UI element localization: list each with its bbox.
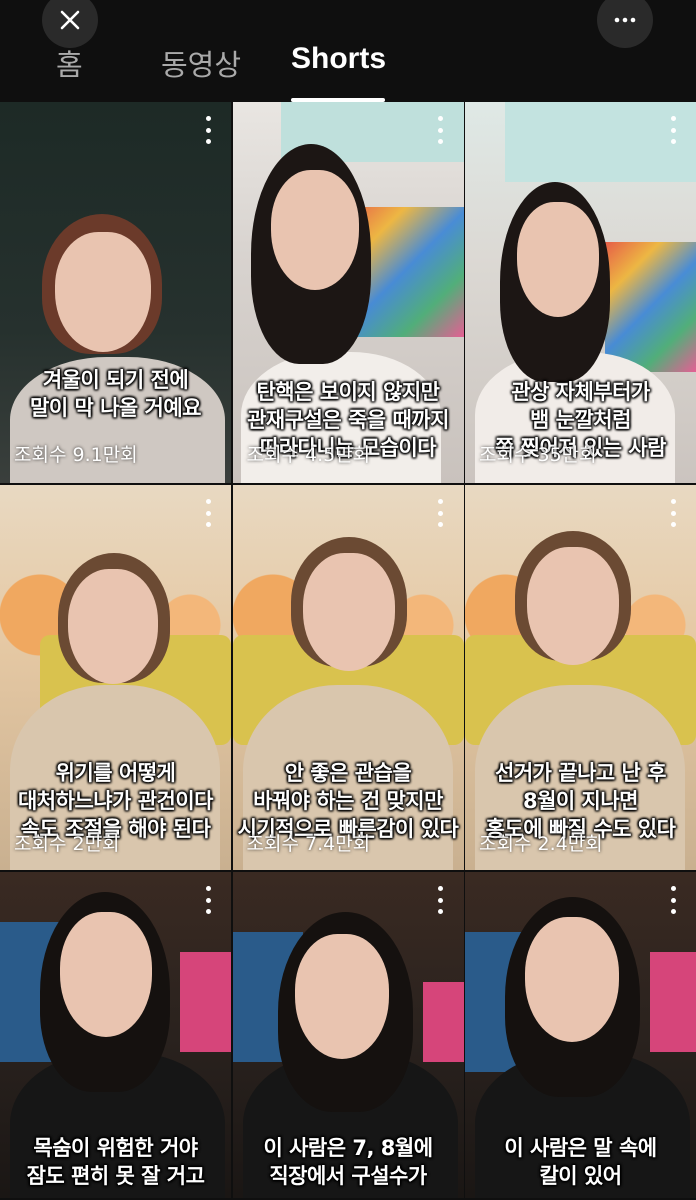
view-count: 조회수 2.4만회 [479, 833, 603, 855]
short-caption: 이 사람은 말 속에 칼이 있어 [504, 1136, 657, 1188]
tab-home[interactable]: 홈 [56, 42, 83, 84]
tab-shorts[interactable]: Shorts [291, 42, 386, 76]
channel-tabs: 홈 동영상 Shorts [0, 38, 696, 102]
view-count: 조회수 7.4만회 [246, 833, 371, 855]
view-count: 조회수 2만회 [14, 833, 120, 855]
short-card[interactable]: 탄핵은 보이지 않지만 관재구설은 죽을 때까지 따라다니는 모습이다 조회수 4.… [232, 102, 464, 485]
shorts-grid: 겨울이 되기 전에 말이 막 나올 거예요 조회수 9.1만회 탄핵은 보이지 않… [0, 102, 696, 1200]
short-menu-button[interactable] [432, 886, 450, 914]
short-caption: 이 사람은 7, 8월에 직장에서 구설수가 [263, 1136, 433, 1188]
short-card[interactable]: 선거가 끝나고 난 후 8월이 지나면 홍도에 빠질 수도 있다 조회수 2.4만회 [465, 485, 696, 872]
short-card[interactable]: 안 좋은 관습을 바꿔야 하는 건 맞지만 시기적으로 빠른감이 있다 조회수 7.… [232, 485, 464, 872]
short-menu-button[interactable] [199, 499, 217, 527]
tab-videos[interactable]: 동영상 [161, 42, 241, 84]
short-menu-button[interactable] [432, 499, 450, 527]
view-count: 조회수 35만회 [479, 444, 597, 466]
short-menu-button[interactable] [664, 886, 682, 914]
top-bar: 홈 동영상 Shorts [0, 0, 696, 102]
close-icon [60, 10, 80, 30]
short-menu-button[interactable] [199, 116, 217, 144]
short-menu-button[interactable] [664, 116, 682, 144]
short-card[interactable]: 이 사람은 7, 8월에 직장에서 구설수가 [232, 872, 464, 1200]
view-count: 조회수 4.5만회 [246, 444, 371, 466]
short-card[interactable]: 관상 자체부터가 뱀 눈깔처럼 쪽 찢어져 있는 사람 조회수 35만회 [465, 102, 696, 485]
short-caption: 목숨이 위험한 거야 잠도 편히 못 잘 거고 [26, 1136, 205, 1188]
short-menu-button[interactable] [664, 499, 682, 527]
short-menu-button[interactable] [199, 886, 217, 914]
short-card[interactable]: 목숨이 위험한 거야 잠도 편히 못 잘 거고 [0, 872, 231, 1200]
view-count: 조회수 9.1만회 [14, 444, 138, 466]
short-thumbnail [0, 102, 231, 483]
short-menu-button[interactable] [432, 116, 450, 144]
short-card[interactable]: 겨울이 되기 전에 말이 막 나올 거예요 조회수 9.1만회 [0, 102, 231, 485]
more-horizontal-icon [614, 17, 636, 23]
short-caption: 겨울이 되기 전에 말이 막 나올 거예요 [30, 368, 202, 420]
short-card[interactable]: 이 사람은 말 속에 칼이 있어 [465, 872, 696, 1200]
short-card[interactable]: 위기를 어떻게 대처하느냐가 관건이다 속도 조절을 해야 된다 조회수 2만회 [0, 485, 231, 872]
